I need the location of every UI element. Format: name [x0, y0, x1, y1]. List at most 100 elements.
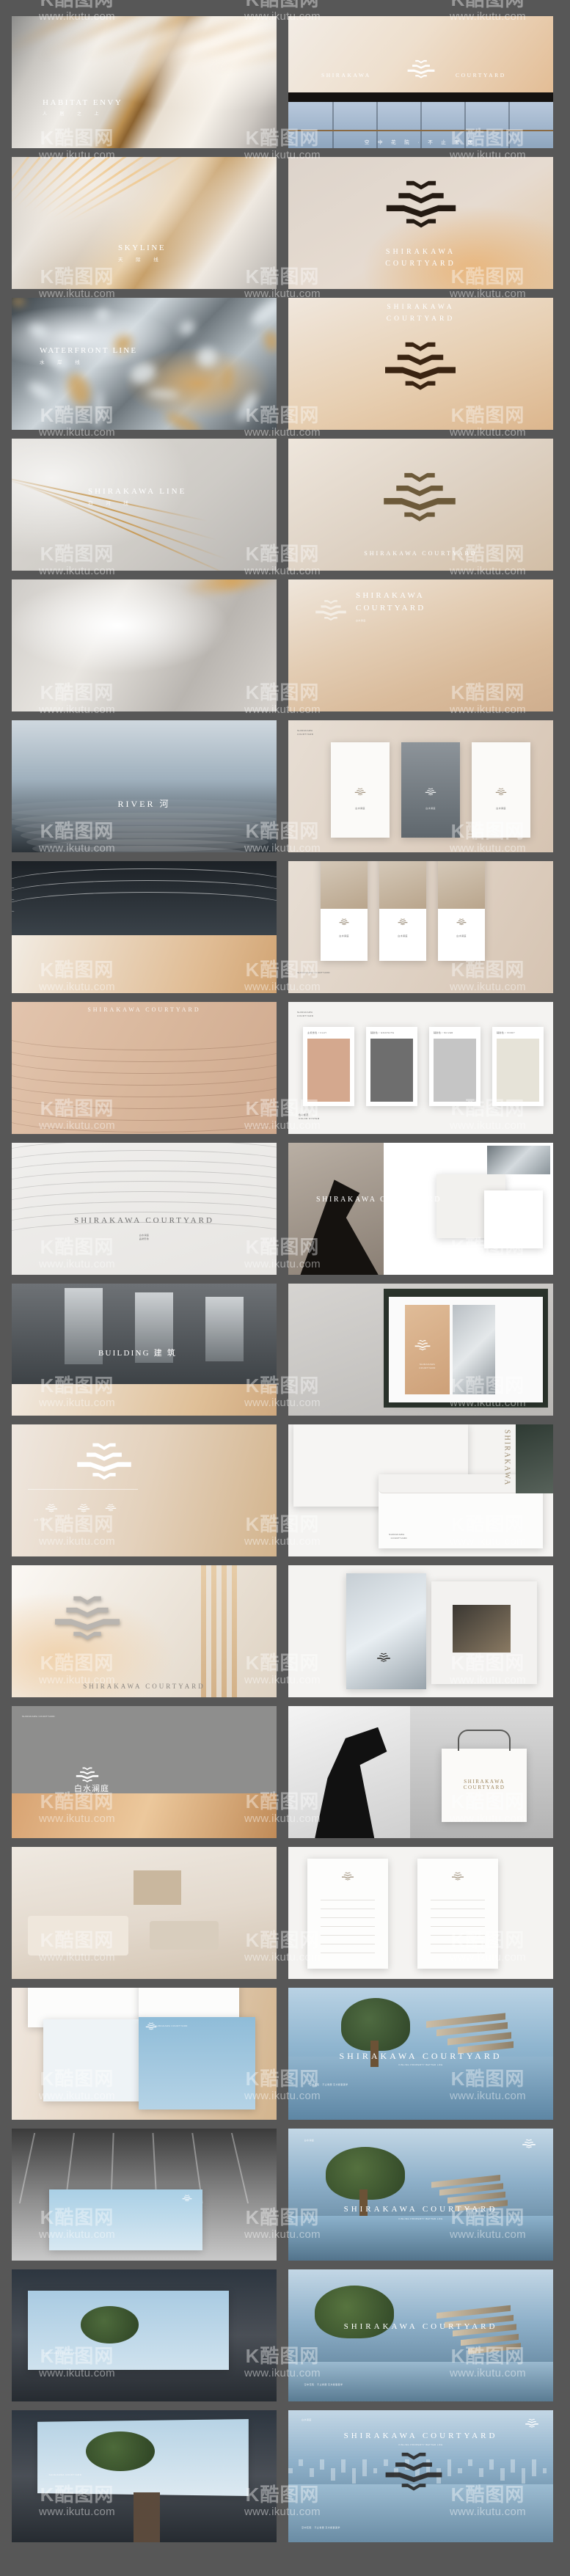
skyline-tower	[521, 2468, 526, 2484]
caption-en: SHIRAKAWA	[385, 248, 456, 256]
glass-droplet	[26, 321, 51, 340]
panel-keyvisual-waterline: SHIRAKAWA COURTYARD KINLING PROPERTY BETT…	[288, 2410, 553, 2542]
panel-keyvisual-water-tree: SHIRAKAWA COURTYARD KINLING PROPERTY BETT…	[288, 1988, 553, 2120]
wave-line	[12, 892, 277, 921]
poster-image	[321, 861, 368, 909]
panel-vertical-poster-set: 白水澜庭 白水澜庭 白水澜庭 SHIRAKAWA COURTYARD	[288, 861, 553, 993]
ad-brand: SHIRAKAWA COURTYARD	[48, 2473, 82, 2477]
interior	[12, 1847, 277, 1979]
panel-stationery-envelope: SHIRAKAWA COURTYARD SHIRAKAWA	[288, 1424, 553, 1556]
caption-en: SHIRAKAWA COURTYARD	[87, 1006, 201, 1013]
poster-text: 白水澜庭	[398, 934, 408, 937]
poster-card[interactable]: 白水澜庭	[472, 742, 530, 838]
panel-logo-construction-grid: 山水 天 建筑	[12, 1424, 277, 1556]
panel-river-landscape: RIVER 河	[12, 720, 277, 852]
panel-bus-shelter-mockup: SHIRAKAWA COURTYARD	[12, 2269, 277, 2401]
panel-building-render: BUILDING 建 筑	[12, 1284, 277, 1416]
watermark-logo: K酷图网	[15, 0, 139, 9]
wave-mark-logo	[414, 1339, 431, 1350]
caption-en: SHIRAKAWA LINE	[88, 487, 187, 496]
watermark-logo: K酷图网	[425, 0, 550, 9]
banner-line	[431, 1935, 485, 1936]
panel-caption: COURTYARD	[356, 604, 425, 612]
poster-card[interactable]: 白水澜庭	[401, 742, 460, 838]
glass-droplet	[234, 389, 261, 425]
swatch-card[interactable]: 辅助色 / GRAPHITE	[366, 1027, 417, 1106]
panel-caption: BUILDING 建 筑	[98, 1347, 177, 1358]
panel-caption: SHIRAKAWA	[356, 591, 425, 600]
wave-mark-logo	[145, 2022, 156, 2030]
panel-dune-logo-plate: SHIRAKAWA COURTYARD 白水澜庭 SHIRAKAWA COURTYA…	[12, 1706, 277, 1838]
panel-caption: SHIRAKAWA COURTYARD	[12, 1216, 277, 1225]
panel-logo-relief-metal: SHIRAKAWA COURTYARD	[12, 1565, 277, 1697]
glass-droplet	[146, 389, 180, 399]
caption-en: COURTYARD	[386, 315, 456, 323]
swatch-card[interactable]: 辅助色 / IVORY	[492, 1027, 544, 1106]
divider	[28, 1489, 138, 1490]
swatch-card[interactable]: 主视觉色 / CLAY	[303, 1027, 354, 1106]
caption-en: SHIRAKAWA COURTYARD	[74, 1216, 214, 1225]
tower	[205, 1297, 244, 1361]
glass-droplet	[262, 329, 277, 353]
skyline-tower	[532, 2459, 536, 2477]
banner-line	[321, 1926, 375, 1927]
caption-en: SHIRAKAWA COURTYARD	[364, 550, 478, 557]
silk-drape	[12, 579, 277, 711]
kv-title: SHIRAKAWA COURTYARD	[343, 2431, 498, 2440]
signage-panel	[288, 16, 553, 93]
brand-left: SHIRAKAWA	[321, 72, 371, 78]
wave-mark-logo	[398, 918, 408, 926]
poster-card[interactable]: 白水澜庭	[331, 742, 390, 838]
print-d[interactable]	[139, 2016, 256, 2110]
panel-billboard-night-mockup: SHIRAKAWA COURTYARD	[12, 2410, 277, 2542]
wave-mark-logo	[452, 1872, 464, 1881]
vertical-poster[interactable]: 白水澜庭	[379, 861, 426, 961]
panel-lobby-screen-mockup	[12, 2129, 277, 2261]
bag-brand: SHIRAKAWA COURTYARD	[463, 1779, 505, 1790]
screen-mockup[interactable]	[48, 2189, 202, 2250]
print-c[interactable]	[43, 2019, 145, 2101]
fin-light	[51, 157, 191, 220]
banner-line	[321, 1917, 375, 1918]
panel-poster-series-mockup: SHIRAKAWA COURTYARD 白水澜庭 白水澜庭 白水澜庭	[288, 720, 553, 852]
art-frame	[134, 1870, 182, 1906]
panel-dune-wave-lines	[12, 861, 277, 993]
vertical-poster[interactable]: 白水澜庭	[438, 861, 485, 961]
rollup-banner[interactable]	[307, 1859, 388, 1969]
brand-card-2[interactable]	[484, 1190, 543, 1248]
panel-rollup-banner-set	[288, 1847, 553, 1979]
swatch-chip	[370, 1039, 413, 1102]
board-label: SHIRAKAWA COURTYARD	[297, 971, 330, 974]
poster-text: 白水澜庭	[496, 807, 506, 810]
caption-cn: 白 河 线	[88, 501, 134, 506]
caption-en: SHIRAKAWA COURTYARD	[316, 1196, 442, 1204]
board-brand: SHIRAKAWA COURTYARD	[419, 1363, 436, 1370]
panel-caption: WATERFRONT LINE 水 岸 线	[40, 346, 137, 365]
vertical-poster[interactable]: 白水澜庭	[321, 861, 368, 961]
wave-mark-logo	[342, 1872, 354, 1881]
skyline-tower	[362, 2459, 367, 2477]
wave-mark-logo	[339, 918, 349, 926]
board-sub: 白水澜庭 品牌形象	[139, 1234, 150, 1241]
caption-cn: 天 际 线	[118, 257, 164, 263]
armchair	[149, 1920, 219, 1950]
swatch-card[interactable]: 辅助色 / SILVER	[429, 1027, 481, 1106]
kv-title: SHIRAKAWA COURTYARD	[339, 2051, 503, 2062]
panel-pattern-grey-waves: SHIRAKAWA COURTYARD 白水澜庭 品牌形象	[12, 1143, 277, 1275]
palette-caption: 色彩规范 COLOR SYSTEM	[299, 1113, 320, 1121]
poster-image	[438, 861, 485, 909]
tree-canopy	[80, 2306, 139, 2343]
rollup-banner[interactable]	[417, 1859, 498, 1969]
slat	[201, 1565, 206, 1697]
kv-logo: 白水澜庭	[304, 2139, 315, 2143]
water	[288, 2362, 553, 2401]
billboard-post	[134, 2492, 161, 2542]
kv-sub: KINLING PROPERTY BETTER LIFE	[398, 2063, 443, 2066]
board-label: SHIRAKAWA COURTYARD	[297, 729, 314, 736]
booklet-cover[interactable]	[346, 1573, 426, 1690]
skyline-tower	[341, 2459, 346, 2473]
glass-droplet	[95, 389, 103, 430]
wave-mark-logo	[385, 2452, 442, 2491]
mullion	[508, 102, 510, 148]
rail	[288, 129, 553, 131]
